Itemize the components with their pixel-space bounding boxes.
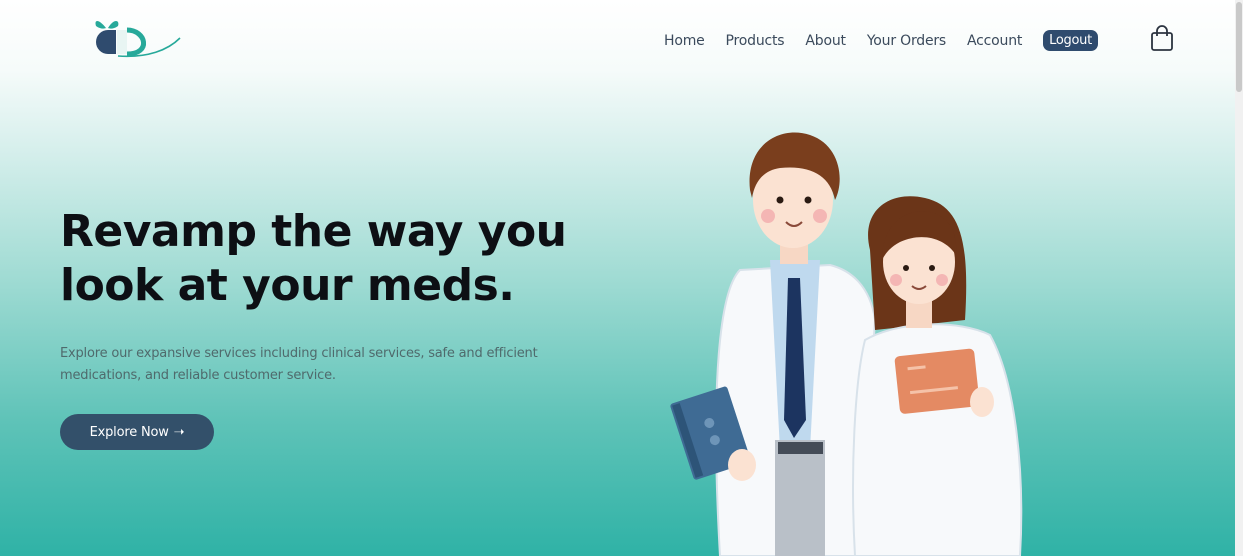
main-nav: Home Products About Your Orders Account … bbox=[664, 30, 1118, 51]
explore-now-label: Explore Now bbox=[89, 424, 169, 440]
hero-subtext: Explore our expansive services including… bbox=[60, 346, 538, 383]
landing-page: Home Products About Your Orders Account … bbox=[0, 0, 1243, 556]
nav-products[interactable]: Products bbox=[726, 33, 785, 49]
hero-headline-line-2: look at your meds. bbox=[60, 260, 515, 311]
nav-about[interactable]: About bbox=[805, 33, 846, 49]
shopping-bag-icon[interactable] bbox=[1150, 24, 1174, 52]
explore-now-button[interactable]: Explore Now ➝ bbox=[60, 414, 214, 450]
nav-your-orders[interactable]: Your Orders bbox=[867, 33, 946, 49]
male-doctor-figure bbox=[670, 132, 877, 556]
pharmacy-logo-icon[interactable] bbox=[88, 14, 188, 64]
hero-headline-line-1: Revamp the way you bbox=[60, 206, 567, 257]
scrollbar-thumb[interactable] bbox=[1236, 2, 1242, 92]
arrow-right-icon: ➝ bbox=[173, 424, 185, 440]
nav-home[interactable]: Home bbox=[664, 33, 705, 49]
logout-button[interactable]: Logout bbox=[1043, 30, 1098, 51]
doctors-illustration bbox=[670, 132, 1023, 556]
female-doctor-figure bbox=[852, 196, 1023, 556]
nav-account[interactable]: Account bbox=[967, 33, 1022, 49]
page-scrollbar[interactable] bbox=[1235, 0, 1243, 556]
hero-headline: Revamp the way you look at your meds. bbox=[60, 205, 620, 313]
